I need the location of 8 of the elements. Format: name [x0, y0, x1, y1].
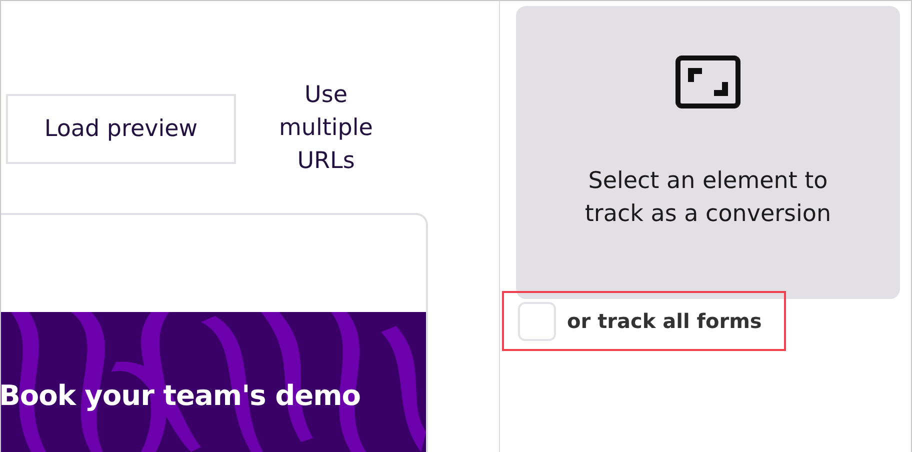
select-element-prompt: Select an element to track as a conversion: [584, 167, 832, 229]
banner-heading: Book your team's demo: [1, 379, 361, 412]
load-preview-button[interactable]: Load preview: [6, 94, 236, 164]
use-multiple-urls-link[interactable]: Use multiple URLs: [256, 79, 396, 178]
element-picker-card[interactable]: Select an element to track as a conversion: [516, 6, 900, 299]
select-area-icon: [675, 55, 741, 109]
track-all-forms-label: or track all forms: [567, 309, 762, 333]
track-all-forms-checkbox[interactable]: [518, 302, 556, 340]
